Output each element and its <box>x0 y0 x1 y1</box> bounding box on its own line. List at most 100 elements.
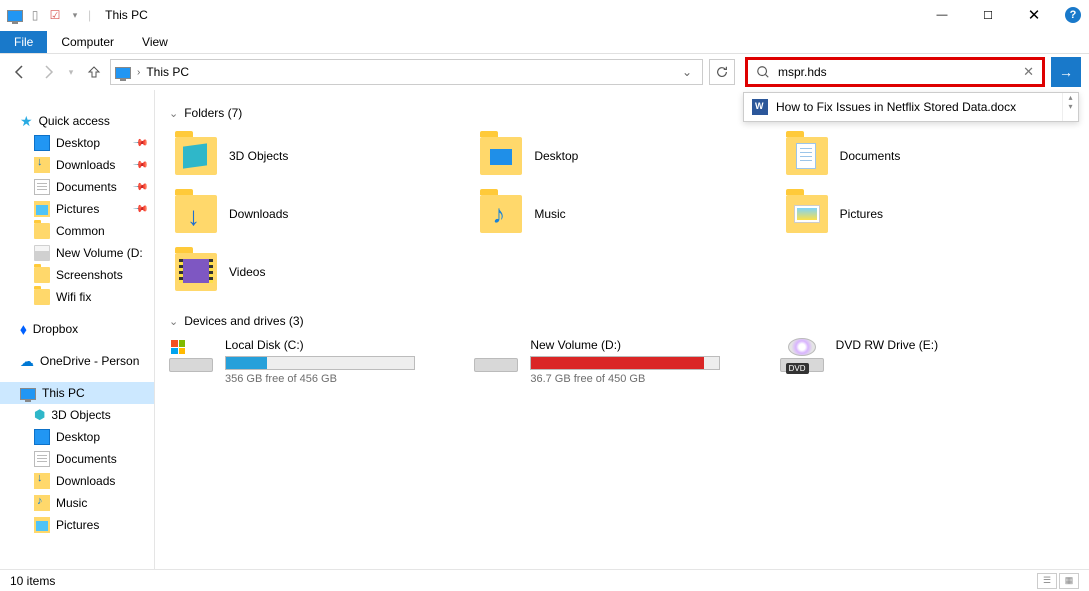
tab-file[interactable]: File <box>0 31 47 53</box>
maximize-button[interactable]: ☐ <box>965 0 1011 30</box>
tree-music[interactable]: Music <box>0 492 154 514</box>
up-button[interactable] <box>82 60 106 84</box>
quick-access-toolbar: ▯ ☑ ▾ <box>6 6 84 24</box>
tree-wifi-fix[interactable]: Wifi fix <box>0 286 154 308</box>
tree-this-pc[interactable]: This PC <box>0 382 154 404</box>
drive-icon <box>34 245 50 261</box>
folder-desktop[interactable]: Desktop <box>474 130 769 182</box>
tree-label: Quick access <box>39 114 110 128</box>
address-bar[interactable]: › This PC ⌄ <box>110 59 703 85</box>
tree-downloads[interactable]: Downloads📌 <box>0 154 154 176</box>
search-go-button[interactable]: → <box>1051 57 1081 87</box>
folder-music[interactable]: ♪Music <box>474 188 769 240</box>
tree-screenshots[interactable]: Screenshots <box>0 264 154 286</box>
drive-e[interactable]: DVD DVD RW Drive (E:) <box>780 338 1075 385</box>
recent-dropdown[interactable]: ▾ <box>64 60 78 84</box>
pin-icon: 📌 <box>131 179 148 196</box>
search-box[interactable]: ✕ <box>745 57 1045 87</box>
suggestion-item[interactable]: How to Fix Issues in Netflix Stored Data… <box>744 93 1062 121</box>
close-button[interactable]: ✕ <box>1011 0 1057 30</box>
back-button[interactable] <box>8 60 32 84</box>
folder-label: 3D Objects <box>229 149 288 163</box>
tree-common[interactable]: Common <box>0 220 154 242</box>
folder-icon <box>786 195 828 233</box>
folder-icon <box>34 267 50 283</box>
separator: | <box>88 8 91 22</box>
search-suggestions: How to Fix Issues in Netflix Stored Data… <box>743 92 1079 122</box>
search-icon <box>748 65 778 79</box>
3d-icon: ⬢ <box>34 407 45 423</box>
tab-computer[interactable]: Computer <box>47 31 128 53</box>
drive-name: New Volume (D:) <box>530 338 769 352</box>
tree-label: This PC <box>42 386 85 400</box>
folder-pictures[interactable]: Pictures <box>780 188 1075 240</box>
tab-view[interactable]: View <box>128 31 182 53</box>
search-input[interactable] <box>778 60 1015 84</box>
folder-label: Videos <box>229 265 265 279</box>
drive-d[interactable]: New Volume (D:) 36.7 GB free of 450 GB <box>474 338 769 385</box>
qat-properties-icon[interactable]: ▯ <box>26 6 44 24</box>
tree-3d-objects[interactable]: ⬢3D Objects <box>0 404 154 426</box>
details-view-button[interactable]: ☰ <box>1037 573 1057 589</box>
window-title: This PC <box>105 8 148 22</box>
qat-checkbox-icon[interactable]: ☑ <box>46 6 64 24</box>
pictures-icon <box>34 201 50 217</box>
dropbox-icon: ⬧ <box>20 321 27 338</box>
tree-label: Wifi fix <box>56 290 91 304</box>
pin-icon: 📌 <box>131 135 148 152</box>
status-bar: 10 items ☰ ▦ <box>0 569 1089 591</box>
folder-downloads[interactable]: ↓Downloads <box>169 188 464 240</box>
tree-new-volume[interactable]: New Volume (D: <box>0 242 154 264</box>
tree-onedrive[interactable]: ☁OneDrive - Person <box>0 350 154 372</box>
tree-documents[interactable]: Documents📌 <box>0 176 154 198</box>
window-controls: — ☐ ✕ ? <box>919 0 1089 30</box>
drives-grid: Local Disk (C:) 356 GB free of 456 GB Ne… <box>169 338 1075 385</box>
nav-tree: ★Quick access Desktop📌 Downloads📌 Docume… <box>0 90 155 569</box>
drive-name: DVD RW Drive (E:) <box>836 338 1075 352</box>
folders-grid: 3D Objects Desktop Documents ↓Downloads … <box>169 130 1075 298</box>
tree-pictures2[interactable]: Pictures <box>0 514 154 536</box>
drive-free: 356 GB free of 456 GB <box>225 373 464 385</box>
suggestion-scroll[interactable]: ▴▾ <box>1062 93 1078 121</box>
folder-icon <box>480 137 522 175</box>
tree-pictures[interactable]: Pictures📌 <box>0 198 154 220</box>
tree-desktop[interactable]: Desktop📌 <box>0 132 154 154</box>
folder-label: Documents <box>840 149 901 163</box>
star-icon: ★ <box>20 113 33 130</box>
tree-downloads2[interactable]: Downloads <box>0 470 154 492</box>
desktop-icon <box>34 429 50 445</box>
tree-label: Documents <box>56 452 117 466</box>
qat-dropdown-icon[interactable]: ▾ <box>66 6 84 24</box>
help-button[interactable]: ? <box>1065 7 1081 23</box>
clear-search-button[interactable]: ✕ <box>1015 64 1042 80</box>
tree-label: Downloads <box>56 474 115 488</box>
folder-icon <box>786 137 828 175</box>
refresh-button[interactable] <box>709 59 735 85</box>
folder-icon <box>34 289 50 305</box>
chevron-right-icon[interactable]: › <box>137 67 140 78</box>
tree-dropbox[interactable]: ⬧Dropbox <box>0 318 154 340</box>
forward-button[interactable] <box>36 60 60 84</box>
section-drives[interactable]: ⌄ Devices and drives (3) <box>169 314 1075 328</box>
downloads-icon <box>34 157 50 173</box>
folder-documents[interactable]: Documents <box>780 130 1075 182</box>
folder-videos[interactable]: Videos <box>169 246 464 298</box>
tree-label: Desktop <box>56 430 100 444</box>
tree-label: Common <box>56 224 105 238</box>
drive-icon <box>474 338 518 372</box>
folder-3d-objects[interactable]: 3D Objects <box>169 130 464 182</box>
folder-label: Pictures <box>840 207 883 221</box>
address-location[interactable]: This PC <box>146 65 189 79</box>
address-dropdown[interactable]: ⌄ <box>676 65 698 79</box>
icons-view-button[interactable]: ▦ <box>1059 573 1079 589</box>
tree-label: Pictures <box>56 202 99 216</box>
tree-documents2[interactable]: Documents <box>0 448 154 470</box>
folder-icon: ↓ <box>175 195 217 233</box>
tree-quick-access[interactable]: ★ Quick access <box>0 110 154 132</box>
drive-c[interactable]: Local Disk (C:) 356 GB free of 456 GB <box>169 338 464 385</box>
pc-icon <box>6 6 24 24</box>
tree-desktop2[interactable]: Desktop <box>0 426 154 448</box>
documents-icon <box>34 451 50 467</box>
tree-label: Downloads <box>56 158 115 172</box>
minimize-button[interactable]: — <box>919 0 965 30</box>
